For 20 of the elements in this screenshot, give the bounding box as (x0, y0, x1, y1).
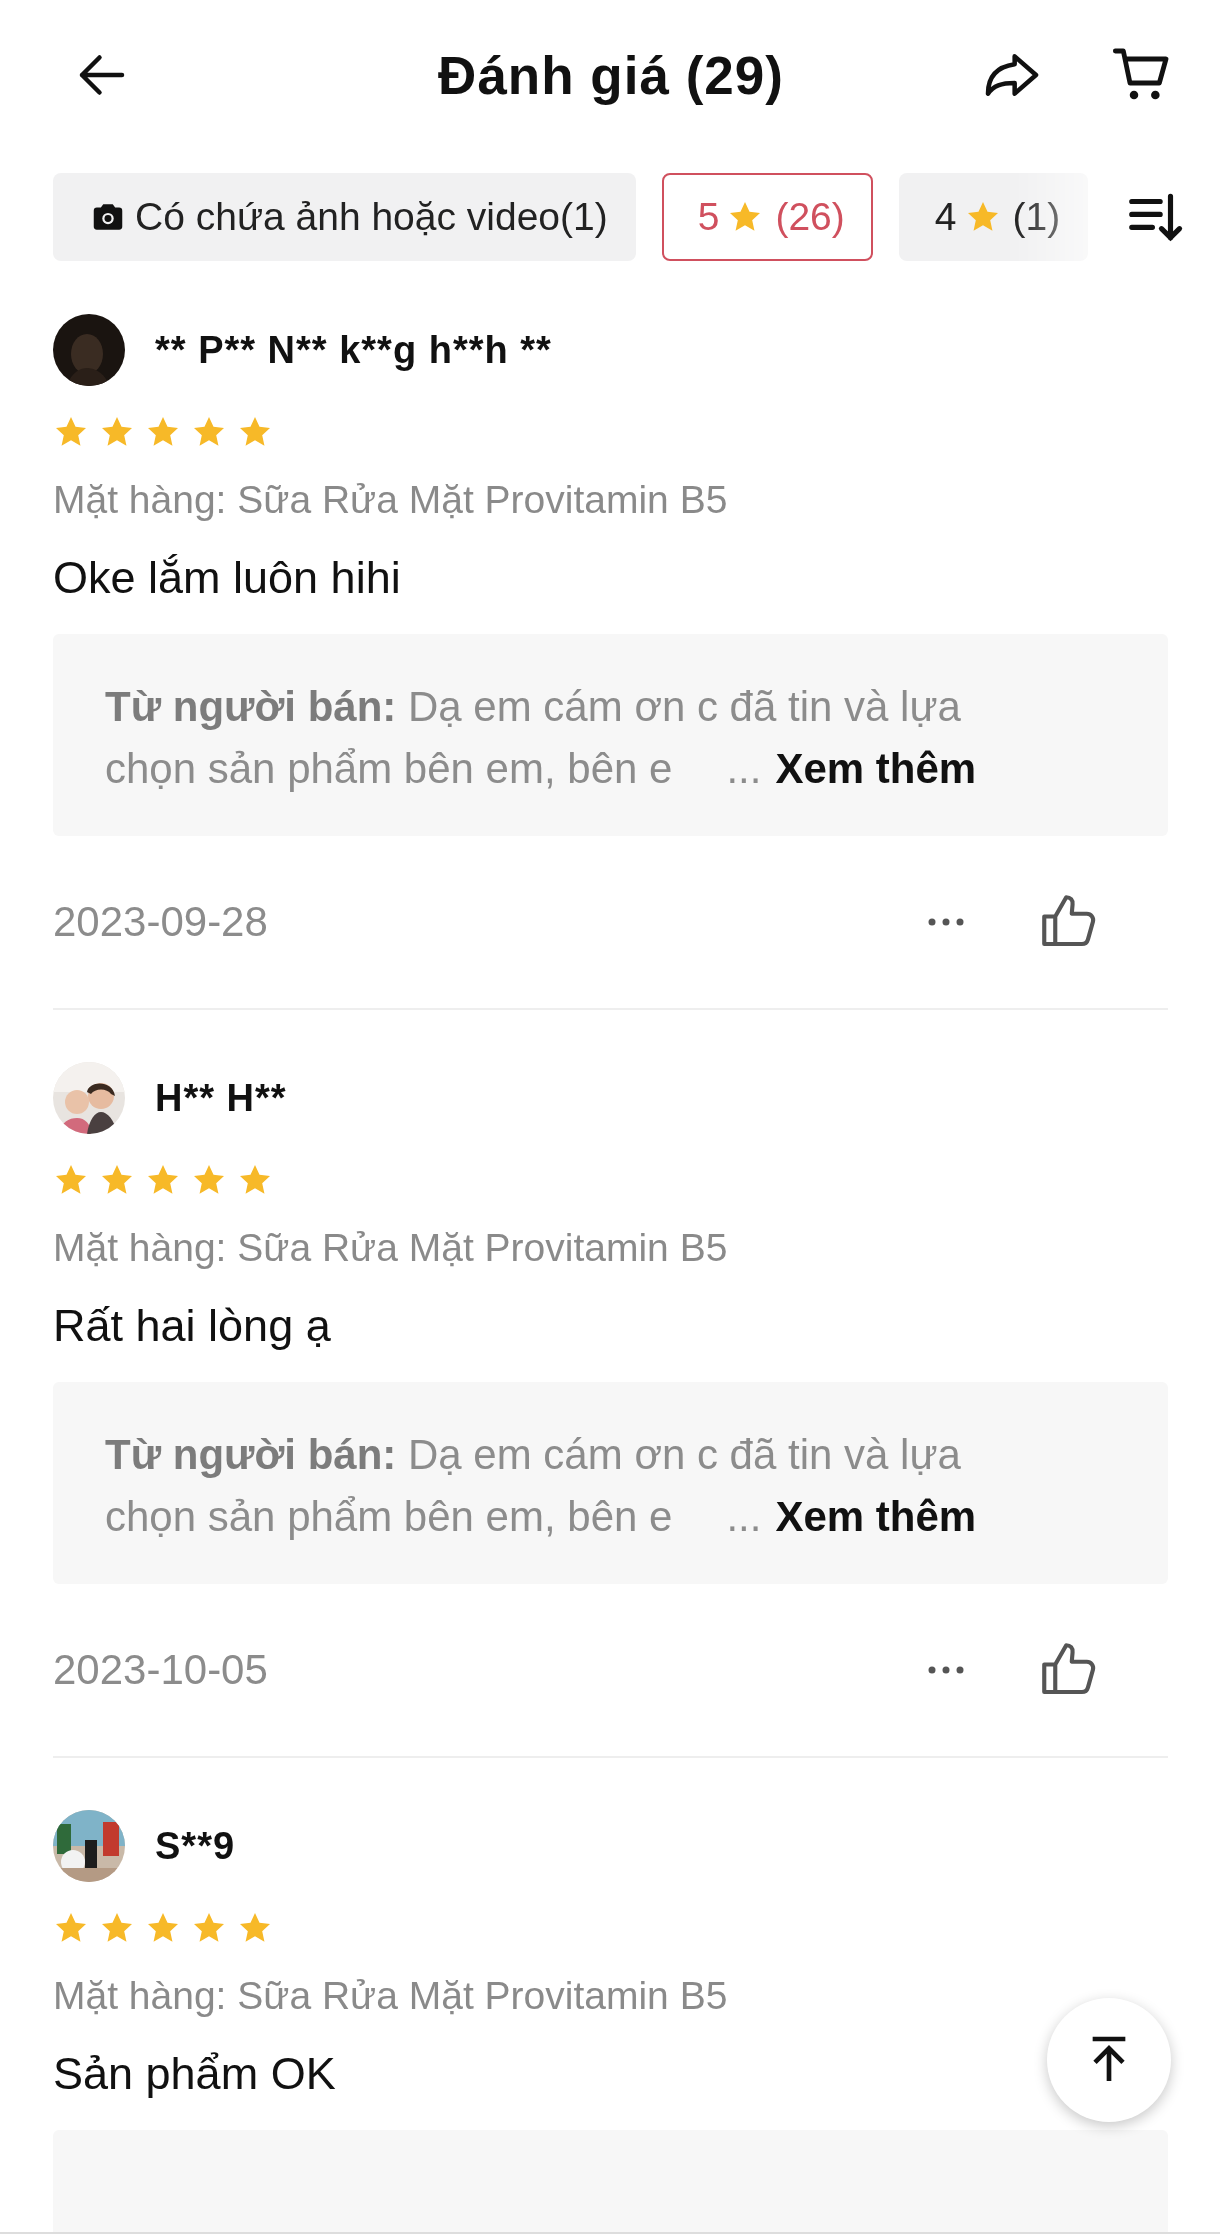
review-text: Sản phẩm OK (53, 2048, 336, 2100)
product-variant: Mặt hàng: Sữa Rửa Mặt Provitamin B5 (53, 1974, 729, 2018)
product-variant: Mặt hàng: Sữa Rửa Mặt Provitamin B5 (53, 478, 729, 522)
see-more-link[interactable]: Xem thêm (775, 745, 977, 792)
filter-chip[interactable]: 5 (26) (661, 173, 873, 261)
filter-chip[interactable]: Có chứa ảnh hoặc video(1) (53, 173, 636, 261)
seller-reply: Từ người bán: Dạ em cám ơn c đã tin và lựa chọn sản phẩm bên em, bên e ... Xem thêm (105, 1430, 978, 1542)
scroll-top-button[interactable] (1047, 1998, 1171, 2122)
reviewer-name: ** P** N** k**g h**h ** (155, 328, 552, 372)
see-more-link[interactable]: Xem thêm (775, 1493, 977, 1540)
review-date: 2023-09-28 (53, 898, 269, 946)
reviewer-name: S**9 (155, 1824, 236, 1868)
product-variant: Mặt hàng: Sữa Rửa Mặt Provitamin B5 (53, 1226, 729, 1270)
filter-chip[interactable]: 4 (1) (898, 173, 1089, 261)
page-title: Đánh giá (29) (437, 44, 785, 106)
reviewer-name: H** H** (155, 1076, 287, 1120)
review-text: Oke lắm luôn hihi (53, 552, 401, 604)
review-date: 2023-10-05 (53, 1646, 269, 1694)
review-text: Rất hai lòng ạ (53, 1300, 331, 1352)
seller-reply: Từ người bán: Dạ em cám ơn c đã tin và lựa chọn sản phẩm bên em, bên e ... Xem thêm (105, 682, 978, 794)
